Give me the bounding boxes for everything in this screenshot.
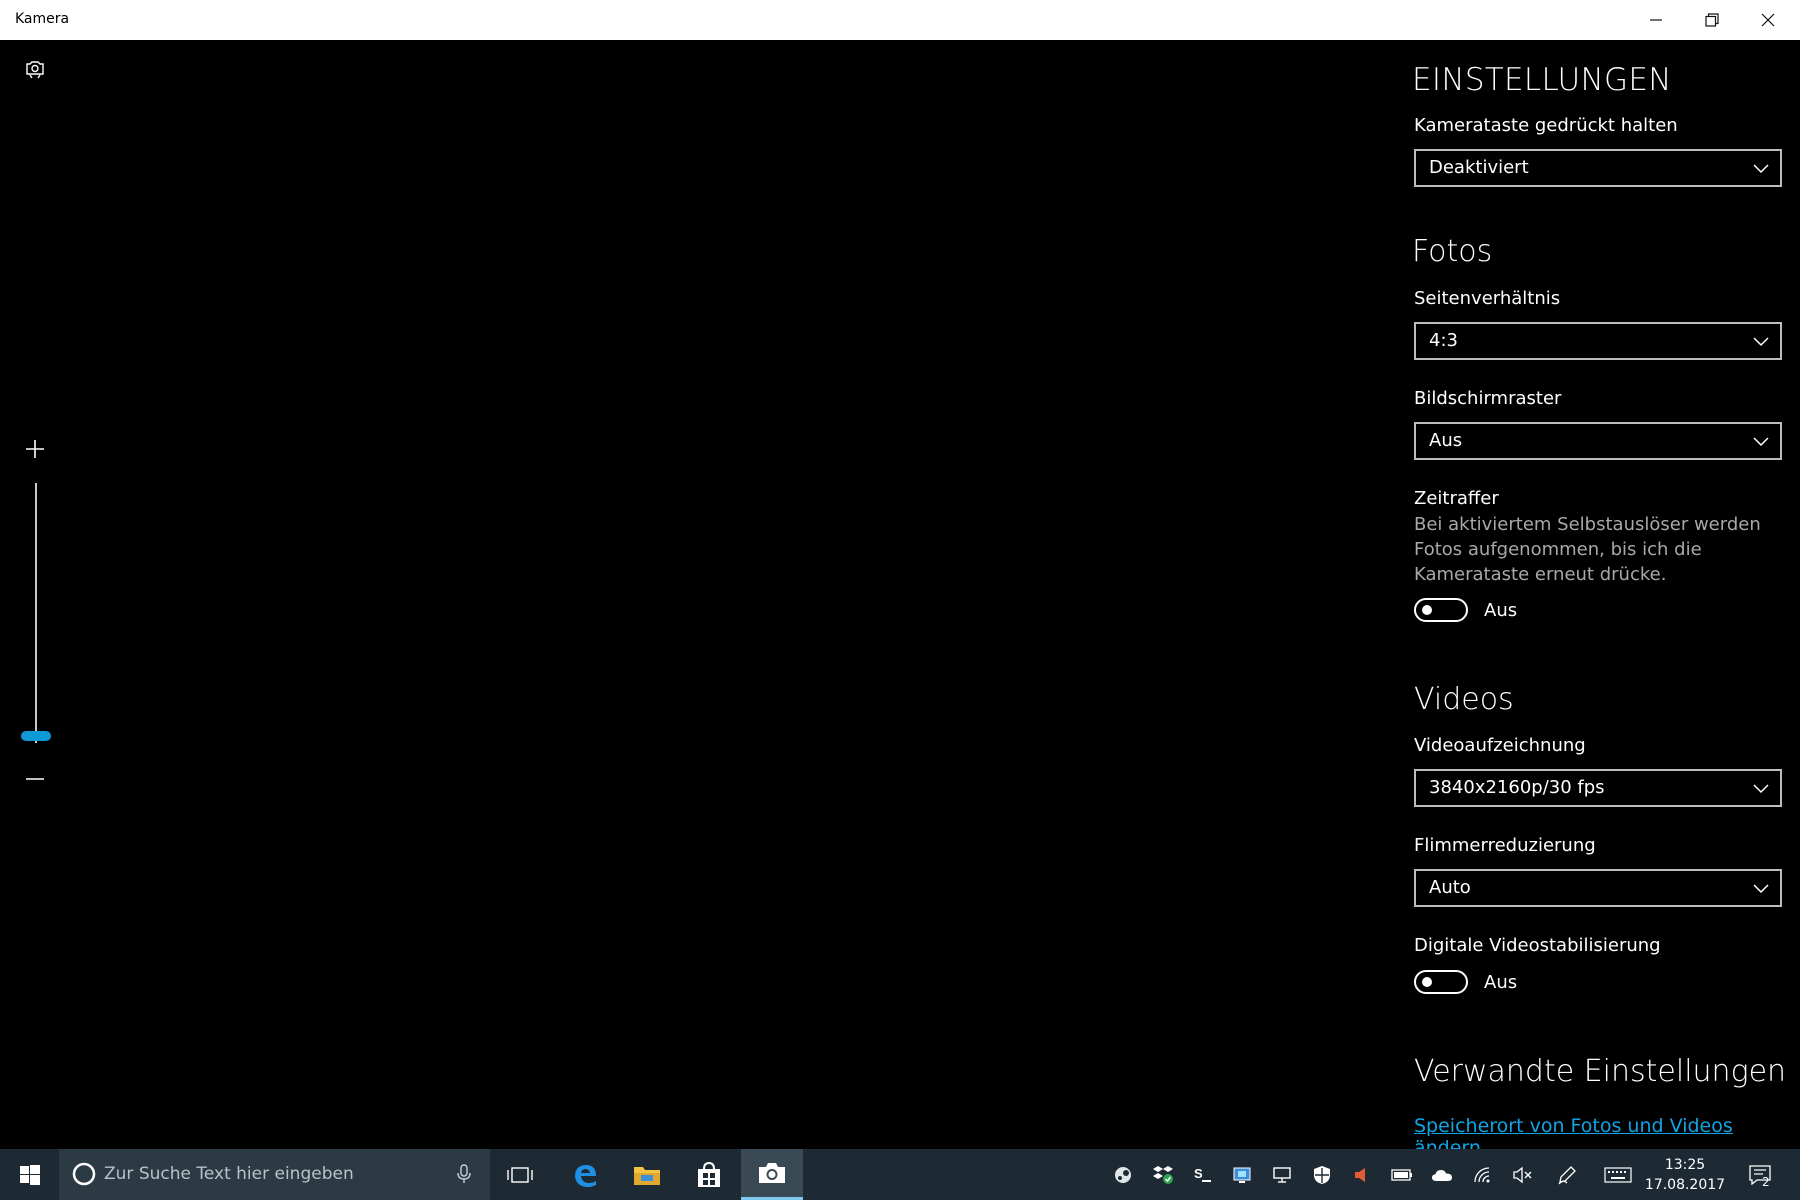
close-icon [1761, 13, 1775, 27]
grid-label: Bildschirmraster [1414, 388, 1562, 409]
settings-panel: EINSTELLUNGEN Kamerataste gedrückt halte… [1390, 40, 1800, 1159]
stabilization-label: Digitale Videostabilisierung [1414, 935, 1661, 956]
window-title: Kamera [15, 11, 70, 27]
tray-skype[interactable]: S [1185, 1149, 1219, 1200]
flicker-label: Flimmerreduzierung [1414, 835, 1596, 856]
pen-icon [1558, 1165, 1576, 1184]
tray-audio-app[interactable] [1344, 1149, 1378, 1200]
timelapse-toggle[interactable] [1414, 598, 1468, 622]
restore-icon [1705, 13, 1719, 27]
action-center-button[interactable] [1740, 1149, 1780, 1200]
aspect-ratio-dropdown[interactable]: 4:3 [1414, 322, 1782, 360]
clock-time: 13:25 [1664, 1157, 1706, 1173]
battery-icon [1391, 1168, 1412, 1181]
tray-battery[interactable] [1385, 1149, 1419, 1200]
tray-monitor-app[interactable] [1225, 1149, 1259, 1200]
photos-heading: Fotos [1412, 234, 1493, 269]
toggle-knob [1422, 605, 1432, 615]
tray-volume[interactable] [1505, 1149, 1539, 1200]
steam-icon [1115, 1166, 1131, 1183]
edge-icon [575, 1164, 596, 1187]
store-icon [698, 1161, 720, 1187]
related-heading: Verwandte Einstellungen [1414, 1054, 1787, 1089]
shield-icon [1314, 1165, 1330, 1184]
camera-button-label: Kamerataste gedrückt halten [1414, 115, 1678, 136]
video-recording-label: Videoaufzeichnung [1414, 735, 1586, 756]
taskbar-search-box[interactable]: Zur Suche Text hier eingeben [59, 1149, 490, 1200]
wifi-icon [1474, 1166, 1490, 1182]
tray-keyboard[interactable] [1600, 1149, 1636, 1200]
aspect-ratio-label: Seitenverhältnis [1414, 288, 1561, 309]
tray-dropbox[interactable] [1146, 1149, 1180, 1200]
camera-button-dropdown[interactable]: Deaktiviert [1414, 149, 1782, 187]
search-placeholder: Zur Suche Text hier eingeben [104, 1164, 354, 1184]
camera-app-button[interactable] [741, 1149, 803, 1200]
videos-heading: Videos [1414, 682, 1514, 717]
dropbox-icon [1153, 1165, 1173, 1184]
microphone-icon[interactable] [457, 1164, 471, 1184]
windows-logo-icon [19, 1164, 40, 1185]
task-view-icon [507, 1166, 533, 1183]
restore-button[interactable] [1684, 0, 1740, 40]
cloud-icon [1432, 1169, 1452, 1181]
chevron-down-icon [1753, 337, 1769, 347]
keyboard-icon [1604, 1166, 1632, 1183]
grid-dropdown[interactable]: Aus [1414, 422, 1782, 460]
title-bar: Kamera [0, 0, 1800, 40]
toggle-knob [1422, 977, 1432, 987]
monitor-app-icon [1233, 1167, 1251, 1183]
camera-viewport [0, 40, 1390, 1149]
tray-steam[interactable] [1106, 1149, 1140, 1200]
taskbar: Zur Suche Text hier eingeben S 13:25 17.… [0, 1149, 1800, 1200]
tray-pen[interactable] [1550, 1149, 1584, 1200]
tray-onedrive[interactable] [1425, 1149, 1459, 1200]
zoom-slider-thumb[interactable] [21, 731, 51, 741]
display-icon [1273, 1166, 1291, 1183]
zoom-slider-track[interactable] [35, 483, 37, 743]
grid-value: Aus [1429, 430, 1463, 451]
cortana-icon [72, 1162, 96, 1186]
flicker-dropdown[interactable]: Auto [1414, 869, 1782, 907]
start-button[interactable] [0, 1149, 59, 1200]
timelapse-label: Zeitraffer [1414, 488, 1499, 509]
zoom-out-icon[interactable] [24, 768, 46, 790]
s-app-icon: S [1194, 1166, 1211, 1182]
flicker-value: Auto [1429, 877, 1471, 898]
video-recording-value: 3840x2160p/30 fps [1429, 777, 1605, 798]
aspect-ratio-value: 4:3 [1429, 330, 1458, 351]
minimize-button[interactable] [1628, 0, 1684, 40]
chevron-down-icon [1753, 884, 1769, 894]
store-button[interactable] [679, 1149, 739, 1200]
file-explorer-button[interactable] [617, 1149, 677, 1200]
speaker-app-icon [1355, 1167, 1365, 1182]
stabilization-toggle[interactable] [1414, 970, 1468, 994]
chevron-down-icon [1753, 437, 1769, 447]
volume-muted-icon [1513, 1166, 1532, 1183]
camera-icon [759, 1163, 785, 1183]
folder-icon [634, 1166, 660, 1185]
close-button[interactable] [1740, 0, 1796, 40]
zoom-in-icon[interactable] [24, 438, 46, 460]
taskbar-clock[interactable]: 13:25 17.08.2017 [1640, 1155, 1730, 1195]
task-view-button[interactable] [490, 1149, 550, 1200]
tray-display[interactable] [1265, 1149, 1299, 1200]
camera-settings-icon[interactable] [24, 58, 46, 80]
timelapse-description: Bei aktiviertem Selbstauslöser werden Fo… [1414, 514, 1761, 585]
camera-button-value: Deaktiviert [1429, 157, 1529, 178]
minimize-icon [1650, 19, 1662, 21]
video-recording-dropdown[interactable]: 3840x2160p/30 fps [1414, 769, 1782, 807]
clock-date: 17.08.2017 [1644, 1177, 1726, 1193]
notification-count: 2 [1762, 1175, 1770, 1189]
settings-heading: EINSTELLUNGEN [1412, 62, 1672, 98]
chevron-down-icon [1753, 784, 1769, 794]
edge-button[interactable] [555, 1149, 615, 1200]
chevron-down-icon [1753, 164, 1769, 174]
timelapse-state: Aus [1484, 600, 1518, 621]
tray-wifi[interactable] [1465, 1149, 1499, 1200]
tray-security[interactable] [1305, 1149, 1339, 1200]
svg-text:S: S [1194, 1166, 1203, 1181]
stabilization-state: Aus [1484, 972, 1518, 993]
